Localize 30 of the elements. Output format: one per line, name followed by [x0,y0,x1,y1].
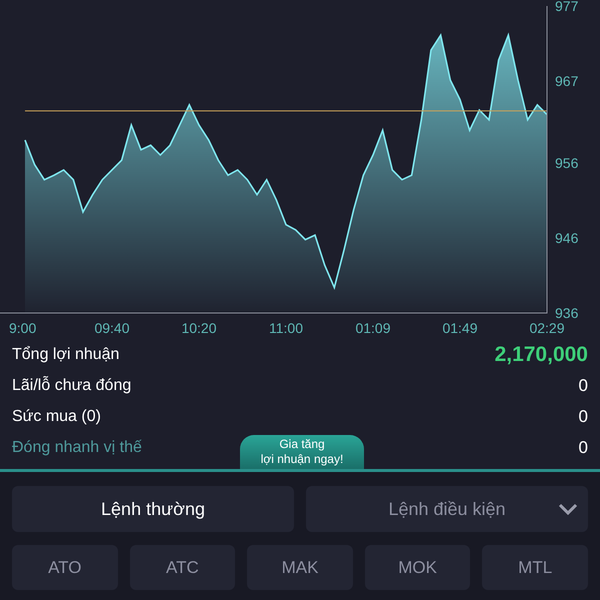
price-type-button[interactable]: MOK [364,545,470,590]
summary-value: 0 [578,406,588,428]
price-type-button[interactable]: ATO [12,545,118,590]
x-axis-label: 11:00 [269,320,303,336]
y-axis-label: 956 [555,155,578,172]
y-axis-label: 936 [555,305,578,321]
x-axis-label: 9:00 [9,320,36,336]
x-axis-label: 01:09 [355,320,391,336]
price-type-button[interactable]: ATC [130,545,236,590]
price-type-button[interactable]: MAK [247,545,353,590]
summary-label: Tổng lợi nhuận [12,344,120,365]
x-axis-label: 10:20 [181,320,217,336]
order-type-tab[interactable]: Lệnh thường [12,486,294,532]
summary-label: Lãi/lỗ chưa đóng [12,375,132,396]
y-axis-label: 977 [555,0,578,14]
price-type-button[interactable]: MTL [482,545,588,590]
summary-label[interactable]: Đóng nhanh vị thế [12,436,142,460]
summary-value: 2,170,000 [494,342,588,368]
summary-value: 0 [578,375,588,398]
summary-label: Sức mua (0) [12,406,101,427]
y-axis-label: 946 [555,230,578,246]
x-axis-label: 01:49 [442,320,478,336]
x-axis-label: 09:40 [94,320,130,336]
promo-text: Gia tăng lợi nhuận ngay! [260,437,344,468]
summary-value: 0 [578,437,588,460]
chevron-down-icon [558,503,578,516]
y-axis-label: 967 [555,72,578,89]
promo-tab[interactable]: Gia tăng lợi nhuận ngay! [240,435,364,470]
x-axis-label: 02:29 [529,320,565,336]
order-type-tab[interactable]: Lệnh điều kiện [306,486,588,532]
